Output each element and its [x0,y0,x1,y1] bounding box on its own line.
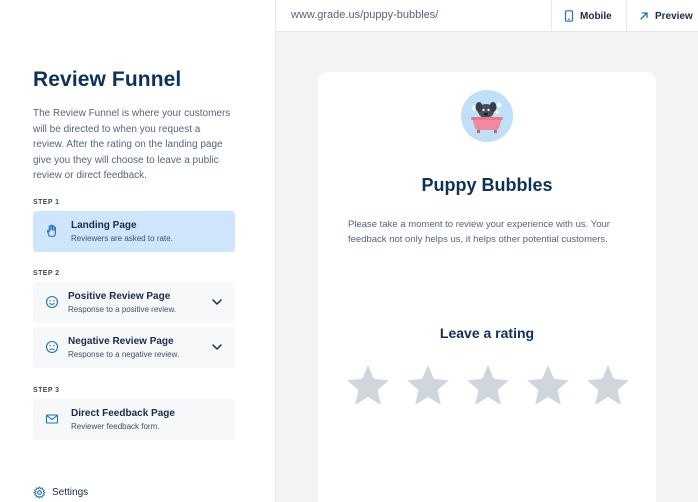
card-title: Direct Feedback Page [71,408,175,419]
step-3-label: STEP 3 [33,387,60,394]
step-1-label: STEP 1 [33,199,60,206]
card-title: Positive Review Page [68,291,171,302]
preview-toolbar: www.grade.us/puppy-bubbles/ Mobile Previ… [276,0,698,32]
url-display[interactable]: www.grade.us/puppy-bubbles/ [291,9,438,21]
puppy-bath-icon [461,90,513,142]
star-icon-5[interactable] [586,363,630,407]
card-subtitle: Response to a negative review. [68,350,180,359]
preview-panel: www.grade.us/puppy-bubbles/ Mobile Previ… [276,0,698,502]
preview-button[interactable]: Preview [626,0,698,32]
left-panel: Review Funnel The Review Funnel is where… [0,0,276,502]
card-subtitle: Response to a positive review. [68,305,177,314]
funnel-preview-card: Puppy Bubbles Please take a moment to re… [318,72,656,502]
review-request-text: Please take a moment to review your expe… [348,219,610,245]
chevron-down-icon[interactable] [211,297,223,307]
step-2-label: STEP 2 [33,270,60,277]
card-title: Landing Page [71,220,137,231]
smile-icon [45,295,59,309]
frown-icon [45,340,59,354]
settings-link[interactable]: Settings [33,486,88,499]
negative-review-card[interactable]: Negative Review Page Response to a negat… [33,327,235,368]
mobile-label: Mobile [580,10,612,22]
hand-icon [46,224,56,238]
external-link-icon [640,12,648,20]
star-icon-2[interactable] [406,363,450,407]
settings-label: Settings [52,487,89,498]
business-logo [461,90,513,142]
rating-heading: Leave a rating [439,325,535,341]
business-name: Puppy Bubbles [421,175,553,195]
envelope-icon [45,414,59,424]
positive-review-card[interactable]: Positive Review Page Response to a posit… [33,282,235,323]
landing-page-card[interactable]: Landing Page Reviewers are asked to rate… [33,211,235,252]
star-icon-3[interactable] [466,363,510,407]
gear-icon [33,486,46,499]
mobile-icon [564,10,574,22]
card-subtitle: Reviewers are asked to rate. [71,234,173,243]
card-subtitle: Reviewer feedback form. [71,422,160,431]
page-description: The Review Funnel is where your customer… [33,108,231,181]
mobile-button[interactable]: Mobile [551,0,626,32]
star-icon-4[interactable] [526,363,570,407]
star-icon-1[interactable] [346,363,390,407]
page-title: Review Funnel [33,68,182,91]
chevron-down-icon[interactable] [211,342,223,352]
star-rating[interactable] [346,363,630,407]
card-title: Negative Review Page [68,336,174,347]
direct-feedback-card[interactable]: Direct Feedback Page Reviewer feedback f… [33,399,235,440]
preview-label: Preview [655,10,693,22]
